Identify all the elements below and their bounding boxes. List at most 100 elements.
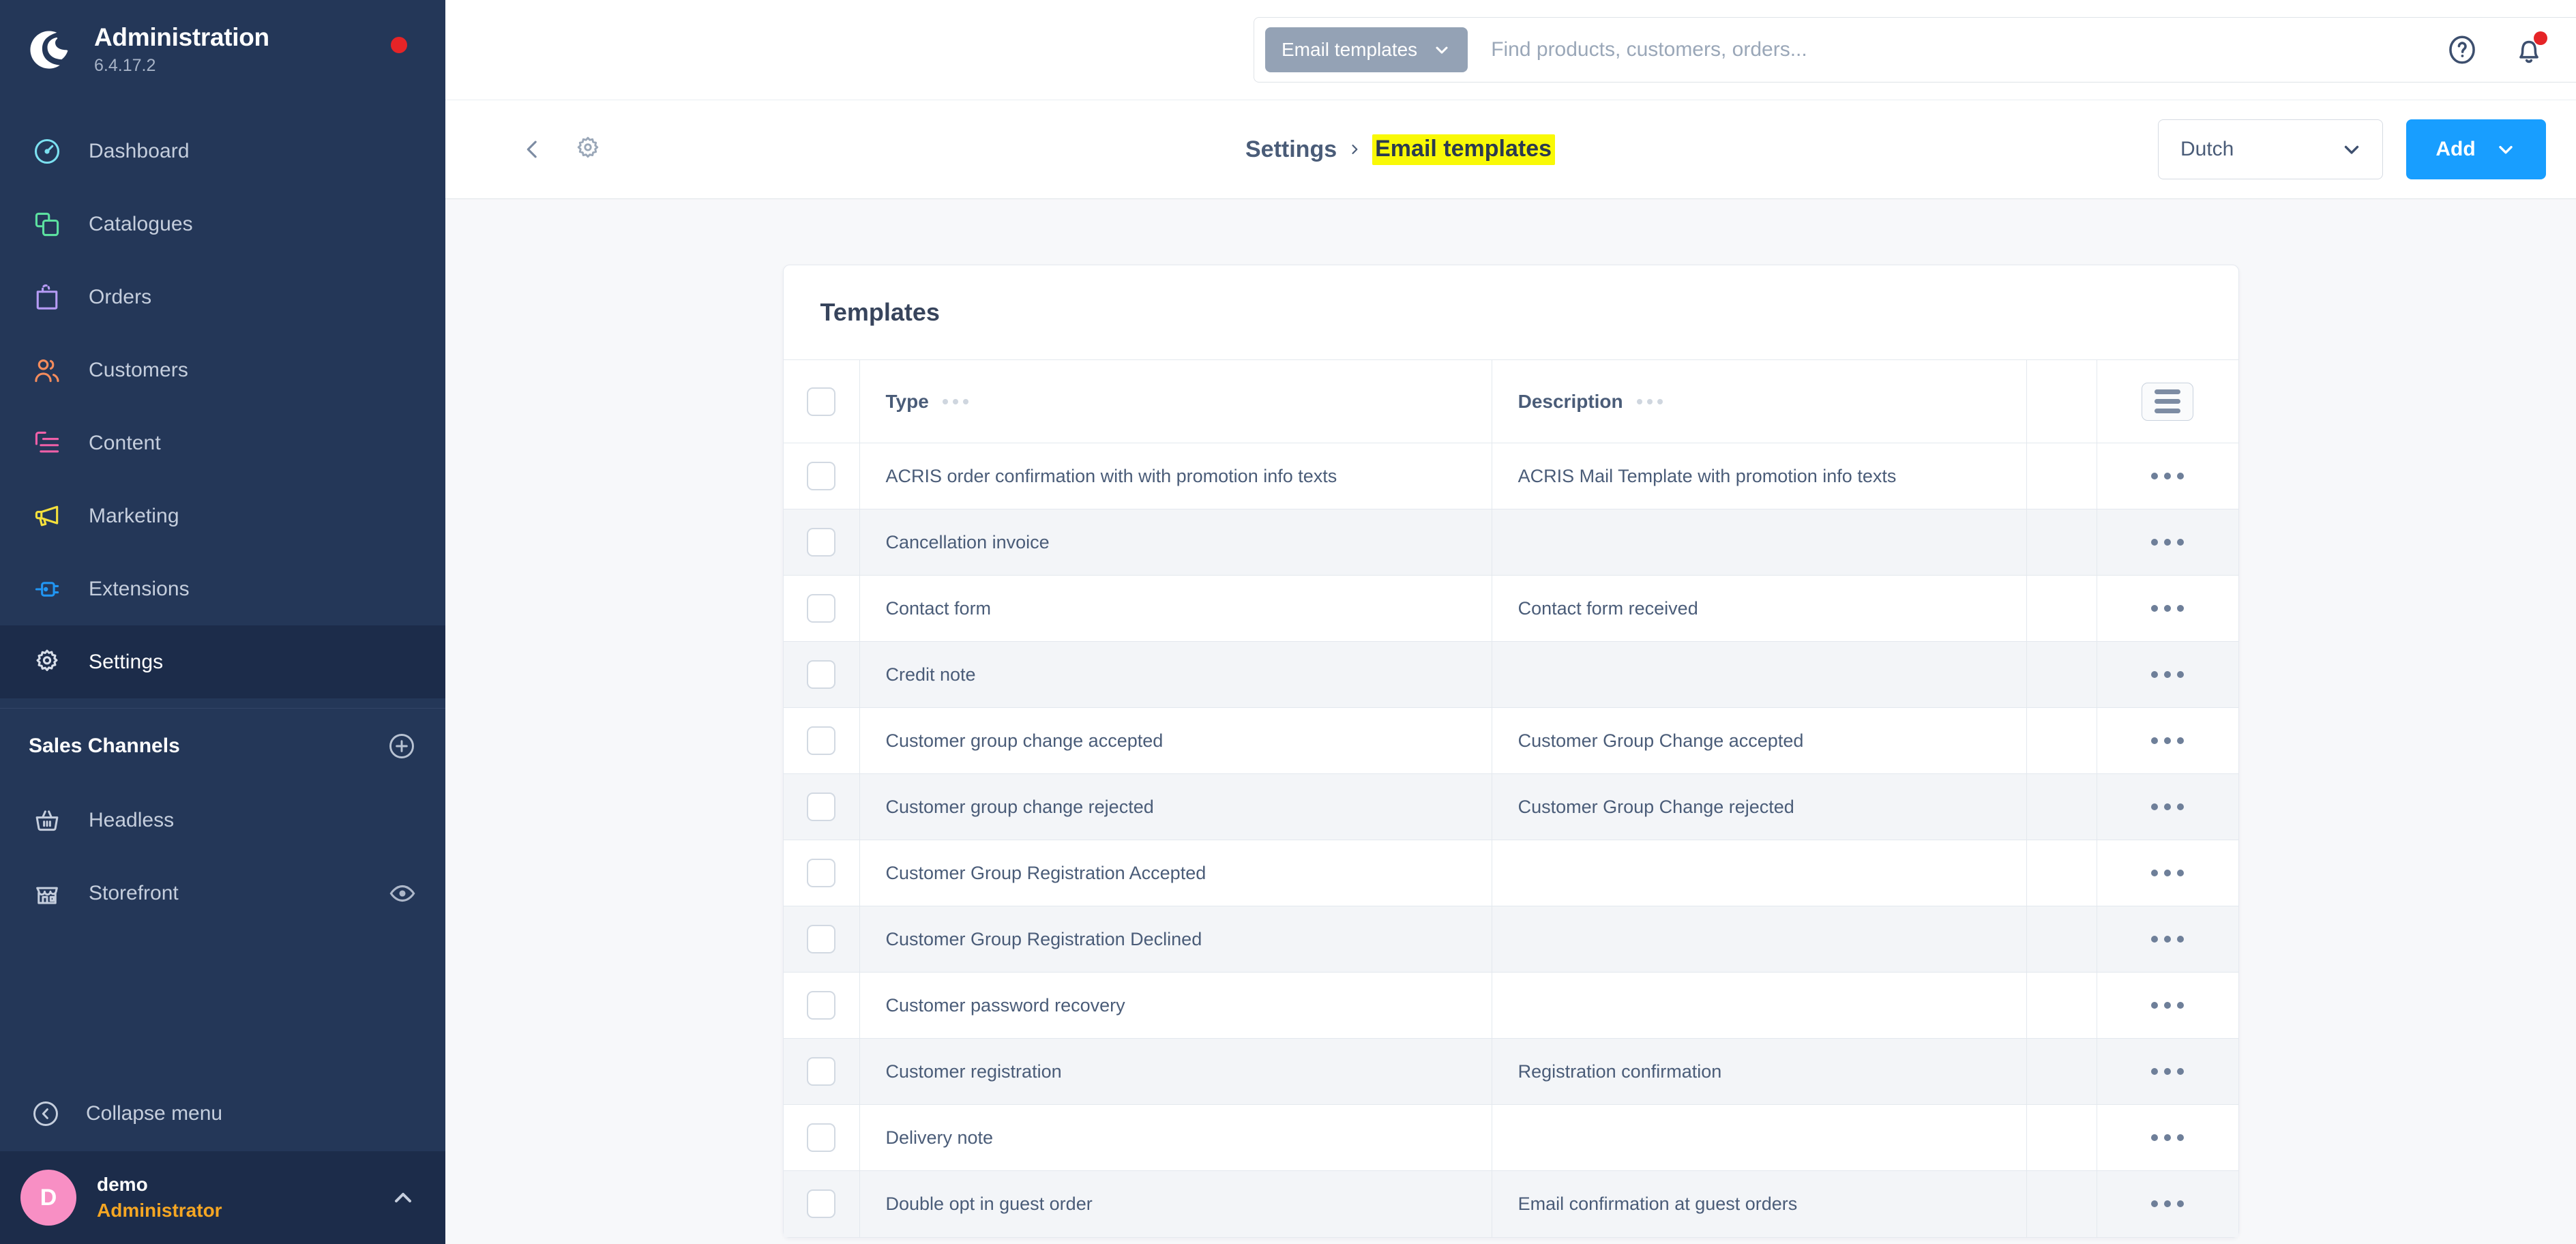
row-description-cell <box>1492 509 2028 576</box>
row-checkbox[interactable] <box>807 726 835 755</box>
chevron-left-icon[interactable] <box>519 136 546 163</box>
list-settings-icon[interactable] <box>2142 382 2194 421</box>
row-checkbox[interactable] <box>807 1057 835 1086</box>
row-type-cell: Delivery note <box>859 1104 1492 1171</box>
row-checkbox[interactable] <box>807 594 835 623</box>
admin-app: Administration 6.4.17.2 Dashboard Catalo… <box>0 0 2576 1244</box>
table-row[interactable]: Contact form Contact form received <box>783 575 2238 642</box>
add-button[interactable]: Add <box>2406 119 2546 179</box>
row-description: Customer Group Change accepted <box>1518 730 1804 751</box>
chevron-up-icon <box>395 1193 411 1202</box>
marketing-icon <box>29 498 65 535</box>
sidebar-item-content[interactable]: Content <box>0 406 445 479</box>
card-header: Templates <box>784 265 2238 359</box>
table-row[interactable]: Cancellation invoice <box>783 509 2238 576</box>
sidebar-item-extensions[interactable]: Extensions <box>0 552 445 625</box>
row-description-cell <box>1492 840 2028 906</box>
row-checkbox[interactable] <box>807 660 835 689</box>
row-checkbox[interactable] <box>807 1189 835 1219</box>
row-type-cell: Customer password recovery <box>859 972 1492 1039</box>
context-menu-icon[interactable] <box>2097 605 2238 612</box>
table-row[interactable]: Double opt in guest order Email confirma… <box>783 1170 2238 1237</box>
search-scope-chip[interactable]: Email templates <box>1265 27 1468 72</box>
templates-table: Type Description ACRIS order confirmatio… <box>783 359 2238 1237</box>
templates-card: Templates Type Description ACRIS order c… <box>782 265 2239 1238</box>
table-row[interactable]: Customer group change accepted Customer … <box>783 707 2238 774</box>
plus-circle-icon[interactable] <box>387 731 417 761</box>
row-description-cell: Email confirmation at guest orders <box>1492 1170 2028 1237</box>
row-checkbox[interactable] <box>807 925 835 953</box>
table-row[interactable]: Customer Group Registration Declined <box>783 906 2238 973</box>
collapse-menu-button[interactable]: Collapse menu <box>0 1076 445 1151</box>
content-icon <box>29 425 65 462</box>
context-menu-icon[interactable] <box>2097 1200 2238 1208</box>
sidebar-item-marketing[interactable]: Marketing <box>0 479 445 552</box>
column-menu-icon[interactable] <box>1636 398 1663 404</box>
sidebar-item-headless[interactable]: Headless <box>0 784 445 857</box>
sidebar-brand[interactable]: Administration 6.4.17.2 <box>0 0 445 100</box>
sidebar-item-orders[interactable]: Orders <box>0 261 445 334</box>
row-checkbox[interactable] <box>807 991 835 1020</box>
sidebar-item-customers[interactable]: Customers <box>0 334 445 406</box>
row-description-cell <box>1492 972 2028 1039</box>
table-body: ACRIS order confirmation with with promo… <box>783 443 2238 1237</box>
notifications-button[interactable] <box>2512 31 2547 67</box>
language-value: Dutch <box>2180 138 2234 160</box>
table-row[interactable]: ACRIS order confirmation with with promo… <box>783 443 2238 509</box>
sidebar-item-settings[interactable]: Settings <box>0 625 445 698</box>
context-menu-icon[interactable] <box>2097 936 2238 943</box>
context-menu-icon[interactable] <box>2097 1134 2238 1141</box>
sidebar-item-catalogues[interactable]: Catalogues <box>0 188 445 261</box>
sidebar-item-dashboard[interactable]: Dashboard <box>0 115 445 188</box>
row-type: Customer group change accepted <box>885 730 1164 751</box>
sidebar-item-label: Orders <box>89 285 152 308</box>
context-menu-icon[interactable] <box>2097 1002 2238 1009</box>
context-menu-icon[interactable] <box>2097 737 2238 744</box>
row-checkbox[interactable] <box>807 859 835 887</box>
dashboard-icon <box>29 133 65 170</box>
table-row[interactable]: Customer password recovery <box>783 972 2238 1039</box>
column-menu-icon[interactable] <box>942 398 968 404</box>
table-row[interactable]: Customer Group Registration Accepted <box>783 840 2238 906</box>
context-menu-icon[interactable] <box>2097 870 2238 876</box>
breadcrumb-parent[interactable]: Settings <box>1245 136 1337 163</box>
sidebar-item-storefront[interactable]: Storefront <box>0 857 445 930</box>
table-row[interactable]: Customer group change rejected Customer … <box>783 773 2238 840</box>
row-checkbox[interactable] <box>807 1123 835 1152</box>
language-select[interactable]: Dutch <box>2158 119 2383 179</box>
row-checkbox[interactable] <box>807 793 835 821</box>
row-checkbox[interactable] <box>807 528 835 557</box>
context-menu-icon[interactable] <box>2097 1068 2238 1075</box>
gear-icon <box>29 644 65 681</box>
gear-icon[interactable] <box>572 134 604 165</box>
eye-icon[interactable] <box>388 879 417 908</box>
context-menu-icon[interactable] <box>2097 671 2238 678</box>
help-circle-icon[interactable] <box>2445 33 2479 67</box>
row-description: ACRIS Mail Template with promotion info … <box>1518 465 1897 486</box>
row-actions-cell <box>2097 641 2238 708</box>
context-menu-icon[interactable] <box>2097 473 2238 479</box>
row-spacer-cell <box>2026 1104 2098 1171</box>
row-select-cell <box>783 1104 860 1171</box>
user-menu[interactable]: D demo Administrator <box>0 1151 445 1244</box>
table-row[interactable]: Delivery note <box>783 1104 2238 1171</box>
column-header-type[interactable]: Type <box>859 359 1492 443</box>
row-actions-cell <box>2097 1170 2238 1237</box>
row-select-cell <box>783 707 860 774</box>
column-header-description[interactable]: Description <box>1492 359 2028 443</box>
row-select-cell <box>783 443 860 509</box>
row-type: Customer registration <box>885 1061 1062 1082</box>
context-menu-icon[interactable] <box>2097 803 2238 810</box>
table-row[interactable]: Credit note <box>783 641 2238 708</box>
row-select-cell <box>783 773 860 840</box>
row-spacer-cell <box>2026 773 2098 840</box>
row-spacer-cell <box>2026 972 2098 1039</box>
table-row[interactable]: Customer registration Registration confi… <box>783 1038 2238 1105</box>
search-input[interactable] <box>1468 38 2576 61</box>
row-type: Delivery note <box>885 1127 994 1148</box>
select-all-checkbox[interactable] <box>807 387 835 416</box>
global-search[interactable]: Email templates <box>1254 17 2576 83</box>
row-description: Contact form received <box>1518 597 1698 619</box>
context-menu-icon[interactable] <box>2097 539 2238 546</box>
row-checkbox[interactable] <box>807 462 835 490</box>
